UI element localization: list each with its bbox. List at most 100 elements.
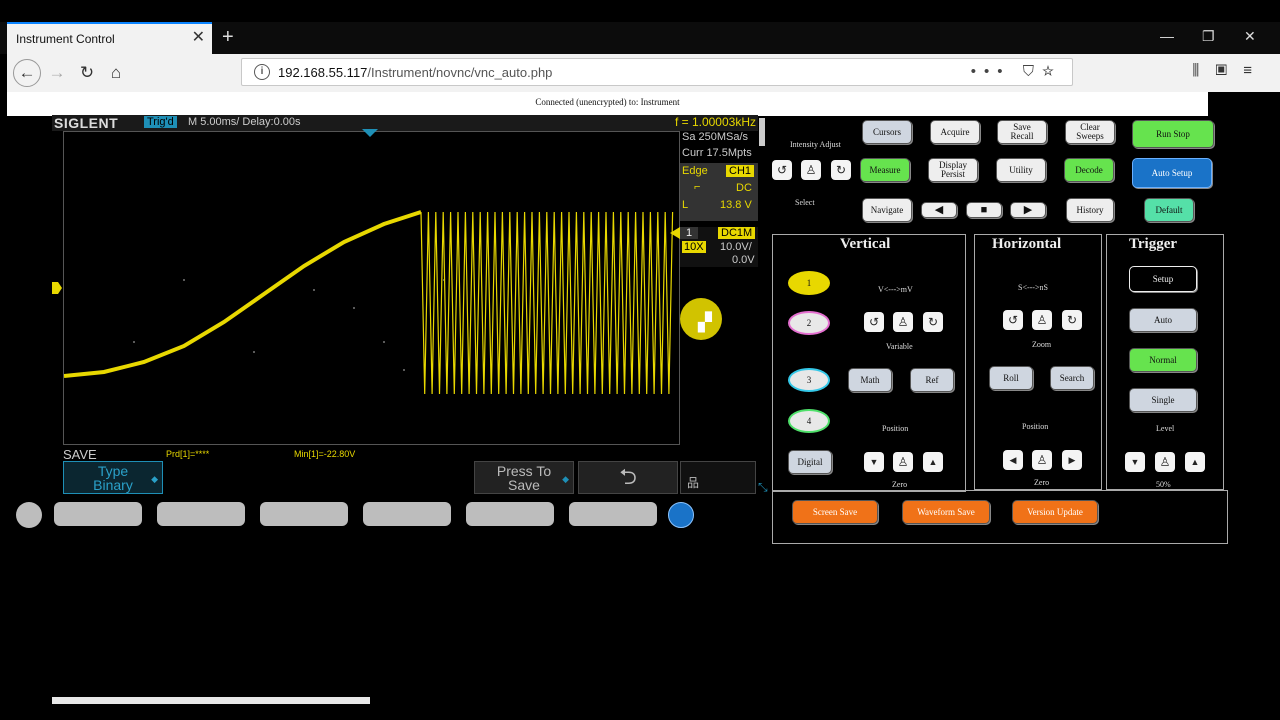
waveform-grid[interactable] — [63, 131, 680, 445]
trigger-title: Trigger — [1129, 236, 1178, 252]
intensity-ccw-icon[interactable]: ↺ — [772, 160, 792, 180]
vertical-position-push-icon[interactable]: ♙ — [893, 452, 913, 472]
digital-button[interactable]: Digital — [788, 450, 832, 474]
page-actions-icon[interactable]: ••• — [971, 63, 1011, 80]
vertical-scale-cw-icon[interactable]: ↻ — [923, 312, 943, 332]
sidebar-icon[interactable]: ▣ — [1215, 62, 1243, 79]
forward-icon[interactable]: → — [45, 61, 69, 85]
horizontal-scale-ccw-icon[interactable]: ↺ — [1003, 310, 1023, 330]
oscilloscope-screen[interactable]: SIGLENT Trig'd M 5.00ms/ Delay:0.00s f =… — [52, 115, 758, 495]
display-persist-button[interactable]: Display Persist — [928, 158, 978, 182]
library-icon[interactable]: ⫼ — [1192, 62, 1215, 79]
hw-softkey-2[interactable] — [157, 502, 245, 526]
pocket-icon[interactable]: ⛉ — [1023, 63, 1042, 80]
trigger-level-down-icon[interactable]: ▼ — [1125, 452, 1145, 472]
tab-close-icon[interactable]: ✕ — [192, 29, 205, 47]
horizontal-zero-label: Zero — [1034, 478, 1050, 487]
url-text[interactable]: 192.168.55.117/Instrument/novnc/vnc_auto… — [278, 65, 552, 80]
softkey-return[interactable]: ⮌ — [578, 461, 678, 494]
hw-menu-off-button[interactable] — [16, 502, 42, 528]
hw-softkey-3[interactable] — [260, 502, 348, 526]
back-icon[interactable]: ← — [13, 59, 41, 87]
horizontal-position-right-icon[interactable]: ▶ — [1062, 450, 1082, 470]
zoom-label: Zoom — [1032, 340, 1052, 349]
new-tab-icon[interactable]: + — [222, 26, 234, 48]
measure-button[interactable]: Measure — [860, 158, 910, 182]
bookmark-star-icon[interactable]: ☆ — [1042, 63, 1062, 80]
waveform-trace — [63, 210, 674, 395]
version-update-button[interactable]: Version Update — [1012, 500, 1098, 524]
window-close-icon[interactable]: ✕ — [1244, 28, 1256, 45]
trigger-setup-button[interactable]: Setup — [1129, 266, 1197, 292]
return-icon: ⮌ — [619, 464, 637, 489]
auto-setup-button[interactable]: Auto Setup — [1132, 158, 1212, 188]
navigate-stop-icon[interactable]: ■ — [966, 202, 1002, 218]
vertical-scale-ccw-icon[interactable]: ↺ — [864, 312, 884, 332]
horizontal-title: Horizontal — [992, 236, 1062, 252]
trigger-level-push-icon[interactable]: ♙ — [1155, 452, 1175, 472]
menu-icon[interactable]: ≡ — [1243, 62, 1268, 79]
softkey-arrow-icon: ◆ — [151, 474, 158, 484]
menu-title: SAVE — [63, 447, 97, 462]
clear-sweeps-button[interactable]: Clear Sweeps — [1065, 120, 1115, 144]
softkey-type[interactable]: Type Binary ◆ — [63, 461, 163, 494]
history-button[interactable]: History — [1066, 198, 1114, 222]
channel-1-button[interactable]: 1 — [788, 271, 830, 295]
navigate-button[interactable]: Navigate — [862, 198, 912, 222]
vertical-position-down-icon[interactable]: ▼ — [864, 452, 884, 472]
horizontal-scrollbar[interactable] — [52, 697, 370, 704]
horizontal-scale-push-icon[interactable]: ♙ — [1032, 310, 1052, 330]
math-button[interactable]: Math — [848, 368, 892, 392]
search-button[interactable]: Search — [1050, 366, 1094, 390]
minimize-icon[interactable]: — — [1160, 28, 1174, 44]
url-bar[interactable]: i 192.168.55.117/Instrument/novnc/vnc_au… — [241, 58, 1073, 86]
hw-softkey-6[interactable] — [569, 502, 657, 526]
variable-label: Variable — [886, 342, 913, 351]
hw-softkey-5[interactable] — [466, 502, 554, 526]
horizontal-position-push-icon[interactable]: ♙ — [1032, 450, 1052, 470]
hw-universal-knob-button[interactable] — [668, 502, 694, 528]
vertical-scale-push-icon[interactable]: ♙ — [893, 312, 913, 332]
channel-2-button[interactable]: 2 — [788, 311, 830, 335]
ref-button[interactable]: Ref — [910, 368, 954, 392]
waveform-save-button[interactable]: Waveform Save — [902, 500, 990, 524]
home-icon[interactable]: ⌂ — [104, 61, 128, 85]
screen-save-button[interactable]: Screen Save — [792, 500, 878, 524]
acquire-button[interactable]: Acquire — [930, 120, 980, 144]
navigate-left-icon[interactable]: ◀ — [921, 202, 957, 218]
hw-softkey-4[interactable] — [363, 502, 451, 526]
trigger-auto-button[interactable]: Auto — [1129, 308, 1197, 332]
trigger-info-box: Edge CH1 ⌐ DC L 13.8 V — [680, 163, 758, 221]
vertical-position-label: Position — [882, 424, 909, 433]
default-button[interactable]: Default — [1144, 198, 1194, 222]
softkey-network[interactable]: 品 — [680, 461, 756, 494]
trigger-level-up-icon[interactable]: ▲ — [1185, 452, 1205, 472]
horizontal-position-left-icon[interactable]: ◀ — [1003, 450, 1023, 470]
trigger-normal-button[interactable]: Normal — [1129, 348, 1197, 372]
softkey-press-to-save[interactable]: Press To Save ◆ — [474, 461, 574, 494]
info-icon[interactable]: i — [254, 64, 270, 80]
intensity-push-icon[interactable]: ♙ — [801, 160, 821, 180]
run-stop-button[interactable]: Run Stop — [1132, 120, 1214, 148]
channel-4-button[interactable]: 4 — [788, 409, 830, 433]
save-recall-button[interactable]: Save Recall — [997, 120, 1047, 144]
timebase-readout: M 5.00ms/ Delay:0.00s — [188, 116, 301, 128]
browser-tab[interactable]: Instrument Control ✕ — [7, 22, 212, 54]
horizontal-scale-cw-icon[interactable]: ↻ — [1062, 310, 1082, 330]
hw-softkey-1[interactable] — [54, 502, 142, 526]
intensity-cw-icon[interactable]: ↻ — [831, 160, 851, 180]
utility-button[interactable]: Utility — [996, 158, 1046, 182]
decode-button[interactable]: Decode — [1064, 158, 1114, 182]
trigger-coupling: DC — [736, 182, 752, 194]
restore-icon[interactable]: ❐ — [1202, 28, 1215, 45]
sample-rate: Sa 250MSa/s — [682, 131, 749, 143]
vertical-position-up-icon[interactable]: ▲ — [923, 452, 943, 472]
reload-icon[interactable]: ↻ — [75, 61, 99, 85]
navigate-right-icon[interactable]: ▶ — [1010, 202, 1046, 218]
cursors-button[interactable]: Cursors — [862, 120, 912, 144]
browser-nav-bar: ← → ↻ ⌂ i 192.168.55.117/Instrument/novn… — [7, 54, 1280, 92]
trigger-single-button[interactable]: Single — [1129, 388, 1197, 412]
channel-3-button[interactable]: 3 — [788, 368, 830, 392]
url-path: /Instrument/novnc/vnc_auto.php — [367, 65, 553, 80]
roll-button[interactable]: Roll — [989, 366, 1033, 390]
